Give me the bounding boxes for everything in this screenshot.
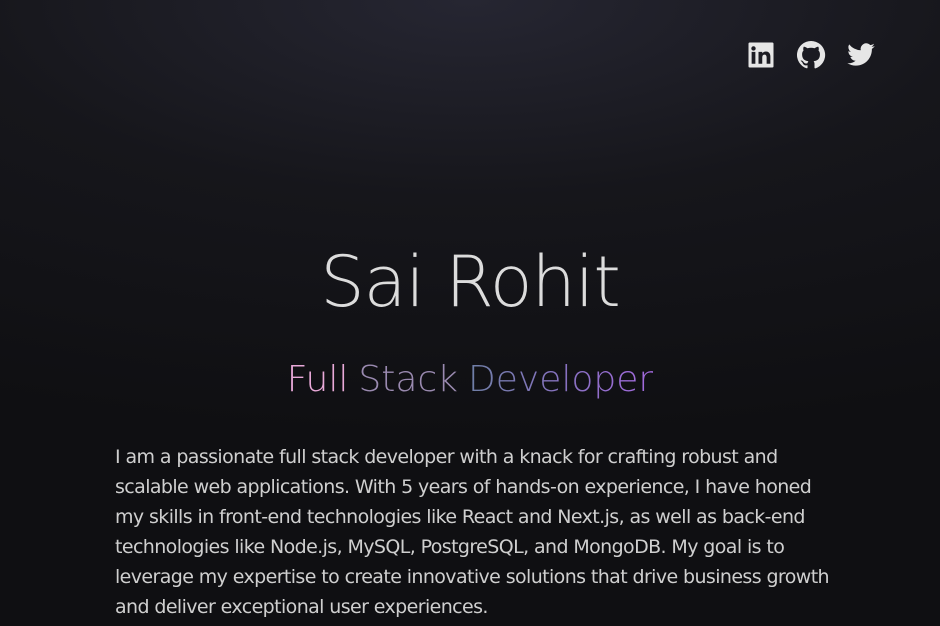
twitter-icon <box>847 43 875 66</box>
hero-role: Full Stack Developer <box>0 358 940 402</box>
role-word-full: Full <box>286 359 349 400</box>
linkedin-icon <box>748 42 774 68</box>
linkedin-link[interactable] <box>746 40 776 70</box>
role-word-stack: Stack <box>358 359 459 400</box>
twitter-link[interactable] <box>846 40 876 70</box>
social-links <box>746 40 876 70</box>
hero-section: Sai Rohit Full Stack Developer <box>0 238 940 402</box>
github-icon <box>796 40 826 69</box>
hero-name: Sai Rohit <box>320 241 621 323</box>
github-link[interactable] <box>796 40 826 70</box>
hero-bio: I am a passionate full stack developer w… <box>115 446 830 618</box>
role-word-developer: Developer <box>468 359 654 400</box>
